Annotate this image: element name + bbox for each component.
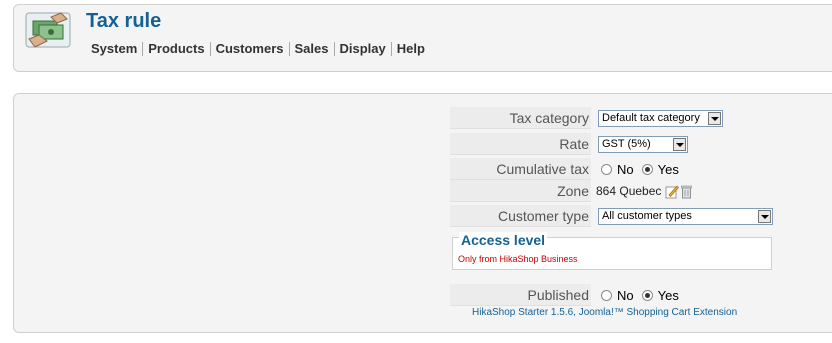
- published-no-label[interactable]: No: [617, 288, 634, 303]
- access-level-legend: Access level: [459, 232, 548, 248]
- published-row: Published No Yes: [450, 284, 780, 308]
- header-panel: Tax rule System Products Customers Sales…: [13, 4, 832, 72]
- main-menu: System Products Customers Sales Display …: [91, 42, 430, 56]
- tax-category-select[interactable]: Default tax category: [598, 109, 723, 127]
- chevron-down-icon: [708, 111, 721, 125]
- menu-item-sales[interactable]: Sales: [288, 42, 334, 56]
- customer-type-select[interactable]: All customer types: [598, 207, 773, 225]
- menu-item-display[interactable]: Display: [333, 42, 391, 56]
- cumulative-tax-no-label[interactable]: No: [617, 162, 634, 177]
- customer-type-row: Customer type All customer types: [450, 205, 780, 229]
- access-level-fieldset: Access level Only from HikaShop Business: [452, 232, 772, 270]
- published-label-cell: Published: [450, 284, 591, 306]
- tax-category-label: Tax category: [509, 110, 589, 126]
- published-label: Published: [527, 287, 590, 303]
- tax-category-row: Tax category Default tax category: [450, 107, 780, 131]
- cumulative-tax-label-cell: Cumulative tax: [450, 158, 591, 180]
- zone-label-cell: Zone: [450, 180, 591, 202]
- tax-rule-logo-icon: [25, 12, 71, 48]
- published-yes-radio[interactable]: [641, 289, 653, 301]
- cumulative-tax-yes-label[interactable]: Yes: [658, 162, 679, 177]
- cumulative-tax-yes-radio[interactable]: [641, 163, 653, 175]
- rate-label-cell: Rate: [450, 133, 591, 155]
- menu-item-customers[interactable]: Customers: [209, 42, 289, 56]
- menu-item-system[interactable]: System: [91, 42, 142, 56]
- tax-category-label-cell: Tax category: [450, 107, 591, 129]
- customer-type-label: Customer type: [497, 208, 589, 224]
- published-no-radio[interactable]: [601, 289, 612, 301]
- rate-select[interactable]: GST (5%): [598, 135, 688, 153]
- rate-row: Rate GST (5%): [450, 133, 780, 157]
- customer-type-label-cell: Customer type: [450, 205, 591, 227]
- tax-category-value: Default tax category: [602, 111, 700, 124]
- zone-row: Zone 864 Quebec: [450, 180, 780, 204]
- menu-item-help[interactable]: Help: [390, 42, 430, 56]
- customer-type-value: All customer types: [602, 209, 692, 222]
- cumulative-tax-label: Cumulative tax: [496, 161, 589, 177]
- cumulative-tax-no-radio[interactable]: [601, 163, 612, 175]
- access-level-note: Only from HikaShop Business: [458, 254, 578, 264]
- zone-value: 864 Quebec: [596, 184, 662, 198]
- chevron-down-icon: [758, 209, 771, 223]
- published-yes-label[interactable]: Yes: [658, 288, 679, 303]
- menu-item-products[interactable]: Products: [142, 42, 209, 56]
- page-title: Tax rule: [86, 10, 162, 32]
- footer-credit-link[interactable]: HikaShop Starter 1.5.6, Joomla!™ Shoppin…: [472, 307, 737, 318]
- cumulative-tax-row: Cumulative tax No Yes: [450, 158, 780, 182]
- zone-label: Zone: [557, 183, 589, 199]
- rate-value: GST (5%): [602, 137, 651, 150]
- edit-icon[interactable]: [665, 184, 680, 199]
- delete-icon[interactable]: [681, 184, 693, 199]
- chevron-down-icon: [673, 137, 686, 151]
- rate-label: Rate: [559, 136, 589, 152]
